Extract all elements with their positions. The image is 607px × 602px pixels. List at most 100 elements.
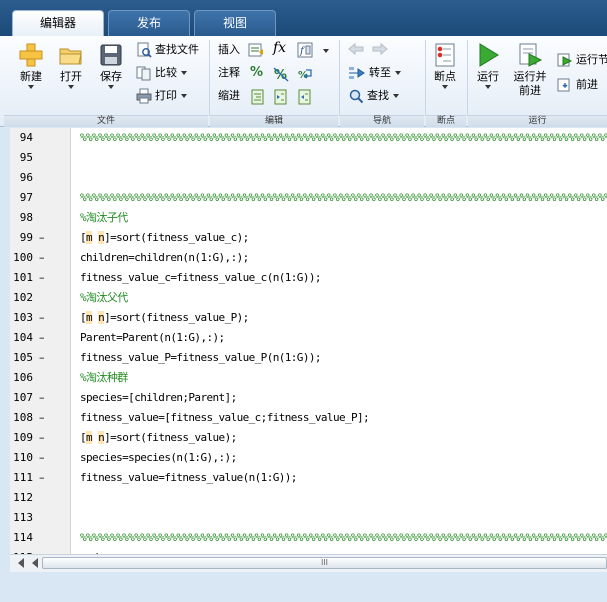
- line-number: 111: [13, 471, 33, 484]
- chevron-down-icon: [68, 85, 74, 89]
- code-text: [m n]=sort(fitness_value_P);: [80, 308, 249, 328]
- chevron-down-icon: [108, 85, 114, 89]
- code-comment: %%%%%%%%%%%%%%%%%%%%%%%%%%%%%%%%%%%%%%%%…: [80, 531, 607, 544]
- code-fragment: ]=sort(fitness_value);: [104, 431, 237, 444]
- code-line[interactable]: 109– [m n]=sort(fitness_value);: [10, 428, 607, 448]
- scroll-left-arrow-icon[interactable]: [18, 558, 24, 568]
- breakpoint-marker[interactable]: –: [39, 348, 49, 368]
- breakpoint-marker[interactable]: –: [39, 408, 49, 428]
- scrollbar-thumb[interactable]: III: [42, 557, 607, 569]
- code-line[interactable]: 111– fitness_value=fitness_value(n(1:G));: [10, 468, 607, 488]
- code-line[interactable]: 100– children=children(n(1:G),:);: [10, 248, 607, 268]
- code-line[interactable]: 101– fitness_value_c=fitness_value_c(n(1:…: [10, 268, 607, 288]
- breakpoint-marker[interactable]: –: [39, 228, 49, 248]
- decrease-indent-icon[interactable]: [297, 89, 313, 105]
- uncomment-icon[interactable]: %: [273, 66, 289, 82]
- breakpoint-marker[interactable]: –: [39, 308, 49, 328]
- insert-button[interactable]: 插入: [218, 41, 240, 59]
- code-line[interactable]: 95: [10, 148, 607, 168]
- breakpoints-button[interactable]: 断点: [428, 42, 462, 89]
- run-button[interactable]: 运行: [470, 42, 506, 89]
- run-section-button[interactable]: 运行节: [557, 51, 607, 69]
- code-line[interactable]: 103– [m n]=sort(fitness_value_P);: [10, 308, 607, 328]
- breakpoint-marker[interactable]: –: [39, 448, 49, 468]
- code-line[interactable]: 94%%%%%%%%%%%%%%%%%%%%%%%%%%%%%%%%%%%%%%…: [10, 128, 607, 148]
- code-line[interactable]: 99– [m n]=sort(fitness_value_c);: [10, 228, 607, 248]
- line-number: 103: [13, 311, 33, 324]
- goto-button[interactable]: 转至: [348, 64, 401, 82]
- code-fragment: ]=sort(fitness_value_c);: [104, 231, 249, 244]
- group-separator: [339, 40, 340, 116]
- compare-button[interactable]: 比较: [136, 64, 187, 82]
- code-text: fitness_value_c=fitness_value_c(n(1:G));: [80, 271, 322, 284]
- code-comment: %淘汰父代: [80, 291, 128, 304]
- open-button[interactable]: 打开: [52, 42, 90, 89]
- code-line[interactable]: 107– species=[children;Parent];: [10, 388, 607, 408]
- find-button[interactable]: 查找: [348, 87, 399, 105]
- save-button[interactable]: 保存: [92, 42, 130, 89]
- find-file-button[interactable]: 查找文件: [136, 41, 199, 59]
- code-line[interactable]: 112: [10, 488, 607, 508]
- code-line[interactable]: 97%%%%%%%%%%%%%%%%%%%%%%%%%%%%%%%%%%%%%%…: [10, 188, 607, 208]
- breakpoint-marker[interactable]: –: [39, 468, 49, 488]
- scroll-left-arrow-icon[interactable]: [32, 558, 38, 568]
- breakpoint-marker[interactable]: –: [39, 248, 49, 268]
- play-icon: [479, 43, 499, 67]
- breakpoint-marker[interactable]: –: [39, 268, 49, 288]
- chevron-down-icon: [485, 85, 491, 89]
- insert-section-icon[interactable]: [248, 42, 264, 58]
- code-line[interactable]: 114%%%%%%%%%%%%%%%%%%%%%%%%%%%%%%%%%%%%%…: [10, 528, 607, 548]
- group-separator: [425, 40, 426, 116]
- line-number: 99: [19, 231, 33, 244]
- tab-view[interactable]: 视图: [194, 10, 276, 36]
- print-button[interactable]: 打印: [136, 87, 187, 105]
- smart-indent-icon[interactable]: [250, 89, 266, 105]
- code-text: [m n]=sort(fitness_value_c);: [80, 228, 249, 248]
- breakpoint-marker[interactable]: –: [39, 388, 49, 408]
- line-number: 112: [13, 491, 33, 504]
- advance-button[interactable]: 前进: [557, 76, 598, 94]
- code-line[interactable]: 108– fitness_value=[fitness_value_c;fitne…: [10, 408, 607, 428]
- comment-button[interactable]: 注释: [218, 64, 240, 82]
- code-line[interactable]: 104– Parent=Parent(n(1:G),:);: [10, 328, 607, 348]
- tab-editor[interactable]: 编辑器: [12, 10, 104, 36]
- code-line[interactable]: 113: [10, 508, 607, 528]
- code-text: species=species(n(1:G),:);: [80, 451, 237, 464]
- breakpoint-marker[interactable]: –: [39, 428, 49, 448]
- code-line[interactable]: 96: [10, 168, 607, 188]
- code-line[interactable]: 102 %淘汰父代: [10, 288, 607, 308]
- code-comment: %淘汰种群: [80, 371, 128, 384]
- code-text: species=[children;Parent];: [80, 391, 237, 404]
- navigate-group-label: 导航: [340, 115, 424, 127]
- file-group-label: 文件: [4, 115, 208, 127]
- comment-percent-icon[interactable]: %: [250, 65, 263, 80]
- increase-indent-icon[interactable]: [273, 89, 289, 105]
- back-arrow-icon[interactable]: [348, 42, 364, 56]
- code-line[interactable]: 105– fitness_value_P=fitness_value_P(n(1:…: [10, 348, 607, 368]
- indent-button[interactable]: 缩进: [218, 87, 240, 105]
- horizontal-scrollbar[interactable]: III: [10, 554, 607, 572]
- code-line[interactable]: 106 %淘汰种群: [10, 368, 607, 388]
- line-number: 98: [19, 211, 33, 224]
- line-number: 108: [13, 411, 33, 424]
- code-comment: %%%%%%%%%%%%%%%%%%%%%%%%%%%%%%%%%%%%%%%%…: [80, 191, 607, 204]
- code-line[interactable]: 110– species=species(n(1:G),:);: [10, 448, 607, 468]
- breakpoint-marker[interactable]: –: [39, 328, 49, 348]
- code-line[interactable]: 98 %淘汰子代: [10, 208, 607, 228]
- wrap-comments-icon[interactable]: %: [297, 66, 313, 82]
- code-editor[interactable]: 94%%%%%%%%%%%%%%%%%%%%%%%%%%%%%%%%%%%%%%…: [10, 128, 607, 554]
- chevron-down-icon: [28, 85, 34, 89]
- insert-function-button[interactable]: fx: [273, 40, 286, 56]
- code-comment: %%%%%%%%%%%%%%%%%%%%%%%%%%%%%%%%%%%%%%%%…: [80, 131, 607, 144]
- floppy-disk-icon: [100, 44, 122, 66]
- tab-publish[interactable]: 发布: [108, 10, 190, 36]
- line-number: 113: [13, 511, 33, 524]
- insert-function-menu-icon[interactable]: f: [297, 42, 313, 58]
- code-text: Parent=Parent(n(1:G),:);: [80, 331, 225, 344]
- chevron-down-icon[interactable]: [323, 49, 329, 53]
- group-separator: [209, 40, 210, 116]
- line-number: 105: [13, 351, 33, 364]
- run-and-advance-button[interactable]: 运行并 前进: [508, 42, 552, 98]
- new-button[interactable]: 新建: [10, 42, 52, 89]
- forward-arrow-icon[interactable]: [372, 42, 388, 56]
